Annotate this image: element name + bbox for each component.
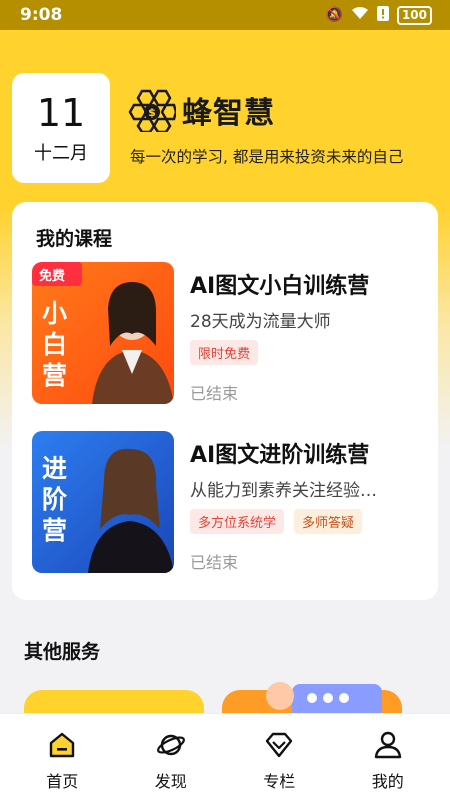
brand: $ 蜂智慧	[128, 88, 275, 132]
tab-label: 发现	[154, 772, 187, 791]
home-icon	[50, 732, 75, 758]
tab-label: 首页	[46, 772, 79, 791]
alert-icon	[376, 5, 389, 25]
date-card: 11 十二月	[12, 73, 110, 183]
my-courses-title: 我的课程	[36, 228, 113, 250]
status-time: 9:08	[20, 5, 63, 25]
calendar-illustration-icon	[266, 682, 382, 716]
thumb-char: 进	[42, 454, 68, 483]
course-tags: 多方位系统学 多师答疑	[190, 509, 363, 534]
course-status: 已结束	[190, 384, 239, 403]
tab-label: 我的	[371, 772, 404, 791]
course-tag: 多方位系统学	[190, 509, 285, 534]
user-icon	[374, 731, 401, 759]
tab-discover[interactable]: 发现	[131, 714, 211, 800]
diamond-icon	[266, 732, 293, 758]
date-day: 11	[36, 91, 86, 135]
course-subtitle: 从能力到素养关注经验…	[190, 481, 377, 501]
tab-home[interactable]: 首页	[22, 714, 102, 800]
thumb-char: 营	[42, 361, 68, 390]
thumb-char: 营	[42, 516, 68, 545]
thumb-text: 小 白 营	[42, 298, 67, 391]
course-tags: 限时免费	[190, 340, 259, 365]
thumb-text: 进 阶 营	[42, 453, 67, 546]
bee-hexagon-logo-icon: $	[128, 89, 176, 132]
thumb-badge: 免费	[39, 269, 66, 284]
date-month: 十二月	[34, 143, 88, 164]
course-title: AI图文进阶训练营	[190, 443, 370, 468]
mute-icon: 🔕	[325, 7, 343, 23]
course-subtitle: 28天成为流量大师	[190, 312, 331, 332]
slogan: 每一次的学习, 都是用来投资未来的自己	[130, 148, 404, 166]
battery-indicator: 100	[396, 5, 432, 25]
brand-name: 蜂智慧	[182, 96, 275, 131]
course-item[interactable]: 免费 小 白 营 AI图文小白训练营 28天成为流量大师 限时免费 已结束	[32, 262, 422, 406]
course-title: AI图文小白训练营	[190, 274, 370, 299]
bottom-tab-bar: 首页 发现 专栏 我的	[0, 713, 450, 800]
course-item[interactable]: 进 阶 营 AI图文进阶训练营 从能力到素养关注经验… 多方位系统学 多师答疑 …	[32, 431, 422, 575]
svg-text:$: $	[148, 106, 156, 119]
tab-mine[interactable]: 我的	[348, 714, 428, 800]
thumb-char: 阶	[42, 485, 68, 514]
thumb-char: 小	[42, 299, 68, 328]
status-bar: 9:08 🔕 100	[0, 0, 450, 30]
planet-icon	[156, 734, 185, 756]
course-status: 已结束	[190, 553, 239, 572]
course-tag: 限时免费	[190, 340, 259, 365]
wifi-icon	[351, 6, 369, 24]
my-courses-card: 我的课程 免费 小 白 营 AI图文小白训练营 28天成为流量大师 限时免费 已…	[12, 202, 438, 600]
tab-column[interactable]: 专栏	[239, 714, 319, 800]
other-services-title: 其他服务	[24, 641, 101, 663]
status-icons: 🔕 100	[325, 5, 432, 25]
course-tag: 多师答疑	[294, 509, 363, 534]
thumb-char: 白	[42, 330, 68, 359]
tab-label: 专栏	[263, 772, 296, 791]
